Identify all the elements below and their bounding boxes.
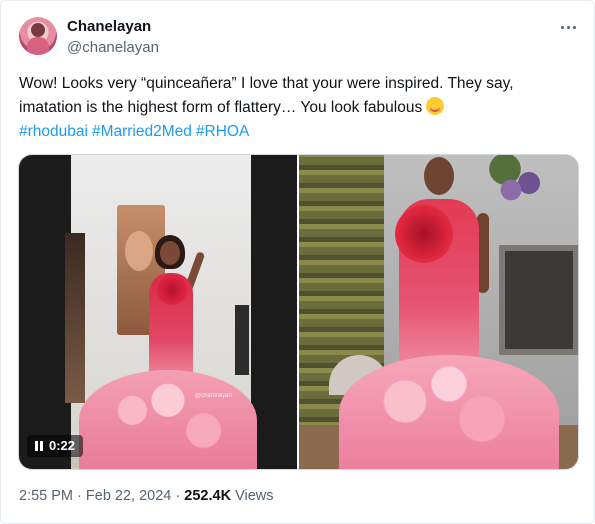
video-duration-badge[interactable]: 0:22 bbox=[27, 435, 84, 457]
video-watermark: @chanelayan bbox=[195, 393, 232, 399]
pause-icon bbox=[35, 441, 43, 451]
photo-thumbnail[interactable] bbox=[299, 155, 578, 469]
hashtag-row: #rhodubai #Married2Med #RHOA bbox=[19, 120, 579, 144]
meta-separator: · bbox=[77, 488, 82, 504]
author-handle[interactable]: @chanelayan bbox=[67, 38, 159, 57]
tweet-meta: 2:55 PM · Feb 22, 2024 · 252.4K Views bbox=[19, 487, 274, 505]
hashtag-rhoa[interactable]: #RHOA bbox=[196, 123, 249, 140]
hashtag-married2med[interactable]: #Married2Med bbox=[92, 123, 192, 140]
video-duration: 0:22 bbox=[49, 438, 76, 453]
rose-detail bbox=[157, 275, 187, 305]
tweet-text-line-2: imatation is the highest form of flatter… bbox=[19, 96, 579, 120]
tweet-date[interactable]: Feb 22, 2024 bbox=[86, 488, 171, 504]
head bbox=[160, 241, 180, 265]
hashtag-rhodubai[interactable]: #rhodubai bbox=[19, 123, 88, 140]
head bbox=[424, 157, 454, 195]
video-thumbnail[interactable]: @chanelayan 0:22 bbox=[19, 155, 297, 469]
meta-separator: · bbox=[175, 488, 181, 504]
author-name[interactable]: Chanelayan bbox=[67, 17, 151, 36]
poster-image bbox=[65, 233, 85, 403]
fireplace bbox=[499, 245, 578, 355]
media-grid: @chanelayan 0:22 bbox=[18, 154, 579, 470]
tweet-text: Wow! Looks very “quinceañera” I love tha… bbox=[19, 72, 579, 144]
avatar[interactable] bbox=[19, 17, 57, 55]
flower-plant bbox=[487, 155, 547, 225]
more-options-icon[interactable] bbox=[557, 17, 579, 37]
tweet-time[interactable]: 2:55 PM bbox=[19, 488, 73, 504]
tweet-text-line-2-text: imatation is the highest form of flatter… bbox=[19, 99, 423, 116]
views-label: Views bbox=[235, 488, 274, 504]
views-count: 252.4K bbox=[184, 488, 232, 504]
rose-detail bbox=[395, 205, 453, 263]
tweet-card: Chanelayan @chanelayan Wow! Looks very “… bbox=[0, 0, 595, 524]
tweet-text-line-1: Wow! Looks very “quinceañera” I love tha… bbox=[19, 75, 514, 92]
gown-ruffle-skirt bbox=[339, 355, 559, 469]
gown-ruffle-skirt bbox=[79, 370, 257, 469]
poster-image bbox=[235, 305, 249, 375]
smiling-face-emoji-icon bbox=[426, 97, 445, 115]
